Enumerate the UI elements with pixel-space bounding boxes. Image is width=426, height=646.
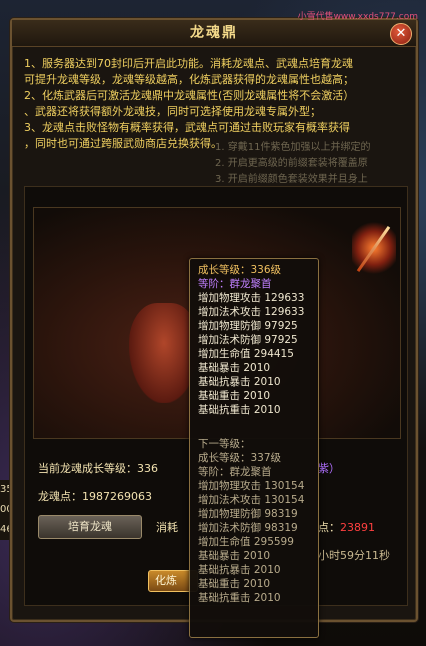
rule-line: 1、服务器达到70封印后开启此功能。消耗龙魂点、武魂点培育龙魂 xyxy=(24,57,353,70)
next-stat: 基础抗重击 2010 xyxy=(198,592,281,604)
weapon-icon[interactable] xyxy=(352,218,396,278)
next-stat: 基础暴击 2010 xyxy=(198,550,271,562)
rule-line: 可提升龙魂等级，龙魂等级越高，化炼武器获得的龙魂属性也越高； xyxy=(24,73,354,86)
tooltip-stat: 基础抗重击 2010 xyxy=(198,404,281,416)
tooltip-stat: 基础暴击 2010 xyxy=(198,362,271,374)
next-stat: 增加物理攻击 130154 xyxy=(198,480,305,492)
rule-line: 、武器还将获得额外龙魂技，同时可选择使用龙魂专属外型； xyxy=(24,105,321,118)
rules-notes: 1、服务器达到70封印后开启此功能。消耗龙魂点、武魂点培育龙魂 可提升龙魂等级，… xyxy=(24,56,409,152)
tooltip-stat: 增加物理防御 97925 xyxy=(198,320,298,332)
next-stage: 等阶：群龙聚首 xyxy=(198,466,272,478)
close-button[interactable]: ✕ xyxy=(390,23,412,45)
consume-label: 消耗 xyxy=(156,521,178,534)
set-info-line: 2. 开启更高级的前缀套装将覆盖原 xyxy=(215,158,368,169)
quality-tag: 紫） xyxy=(318,462,340,475)
dragon-points-text: 龙魂点：1987269063 xyxy=(38,490,152,503)
tooltip-stage: 等阶：群龙聚首 xyxy=(198,278,272,290)
tooltip-stat: 增加法术攻击 129633 xyxy=(198,306,305,318)
martial-soul-value: 23891 xyxy=(340,521,375,534)
dialog-titlebar: 龙魂鼎 ✕ xyxy=(12,20,416,47)
tooltip-next-level: 下一等级： 成长等级：337级 等阶：群龙聚首 增加物理攻击 130154 增加… xyxy=(198,437,310,605)
tooltip-stat: 基础重击 2010 xyxy=(198,390,271,402)
cultivate-dragon-soul-button[interactable]: 培育龙魂 xyxy=(38,515,142,539)
next-grow-level: 成长等级：337级 xyxy=(198,452,282,464)
attribute-tooltip: 成长等级：336级 等阶：群龙聚首 增加物理攻击 129633 增加法术攻击 1… xyxy=(189,258,319,638)
background-set-info: 1. 穿戴11件紫色加强以上并绑定的 2. 开启更高级的前缀套装将覆盖原 3. … xyxy=(215,140,415,188)
next-stat: 增加法术攻击 130154 xyxy=(198,494,305,506)
tooltip-grow-level: 成长等级：336级 xyxy=(198,264,282,276)
grow-level-text: 当前龙魂成长等级：336 xyxy=(38,462,158,475)
next-stat: 增加物理防御 98319 xyxy=(198,508,298,520)
tooltip-stat: 基础抗暴击 2010 xyxy=(198,376,281,388)
rule-line: 2、化炼武器后可激活龙魂鼎中龙魂属性(否则龙魂属性将不会激活） xyxy=(24,89,355,102)
next-stat: 增加生命值 295599 xyxy=(198,536,294,548)
next-stat: 增加法术防御 98319 xyxy=(198,522,298,534)
next-stat: 基础重击 2010 xyxy=(198,578,271,590)
next-stat: 基础抗暴击 2010 xyxy=(198,564,281,576)
martial-soul-label: 点： xyxy=(318,521,340,534)
set-info-line: 3. 开启前缀颜色套装效果并且身上 xyxy=(215,174,368,185)
dialog-title: 龙魂鼎 xyxy=(190,25,238,41)
next-level-header: 下一等级： xyxy=(198,438,251,450)
martial-soul-points: 点：23891 xyxy=(318,519,375,535)
countdown-timer: 小时59分11秒 xyxy=(318,549,390,562)
tooltip-stat: 增加法术防御 97925 xyxy=(198,334,298,346)
set-info-line: 1. 穿戴11件紫色加强以上并绑定的 xyxy=(215,142,371,153)
rule-line: 3、龙魂点击败怪物有概率获得，武魂点可通过击败玩家有概率获得 xyxy=(24,121,350,134)
tooltip-stat: 增加生命值 294415 xyxy=(198,348,294,360)
watermark: 小雪代售www.xxds777.com xyxy=(297,12,418,22)
tooltip-stat: 增加物理攻击 129633 xyxy=(198,292,305,304)
